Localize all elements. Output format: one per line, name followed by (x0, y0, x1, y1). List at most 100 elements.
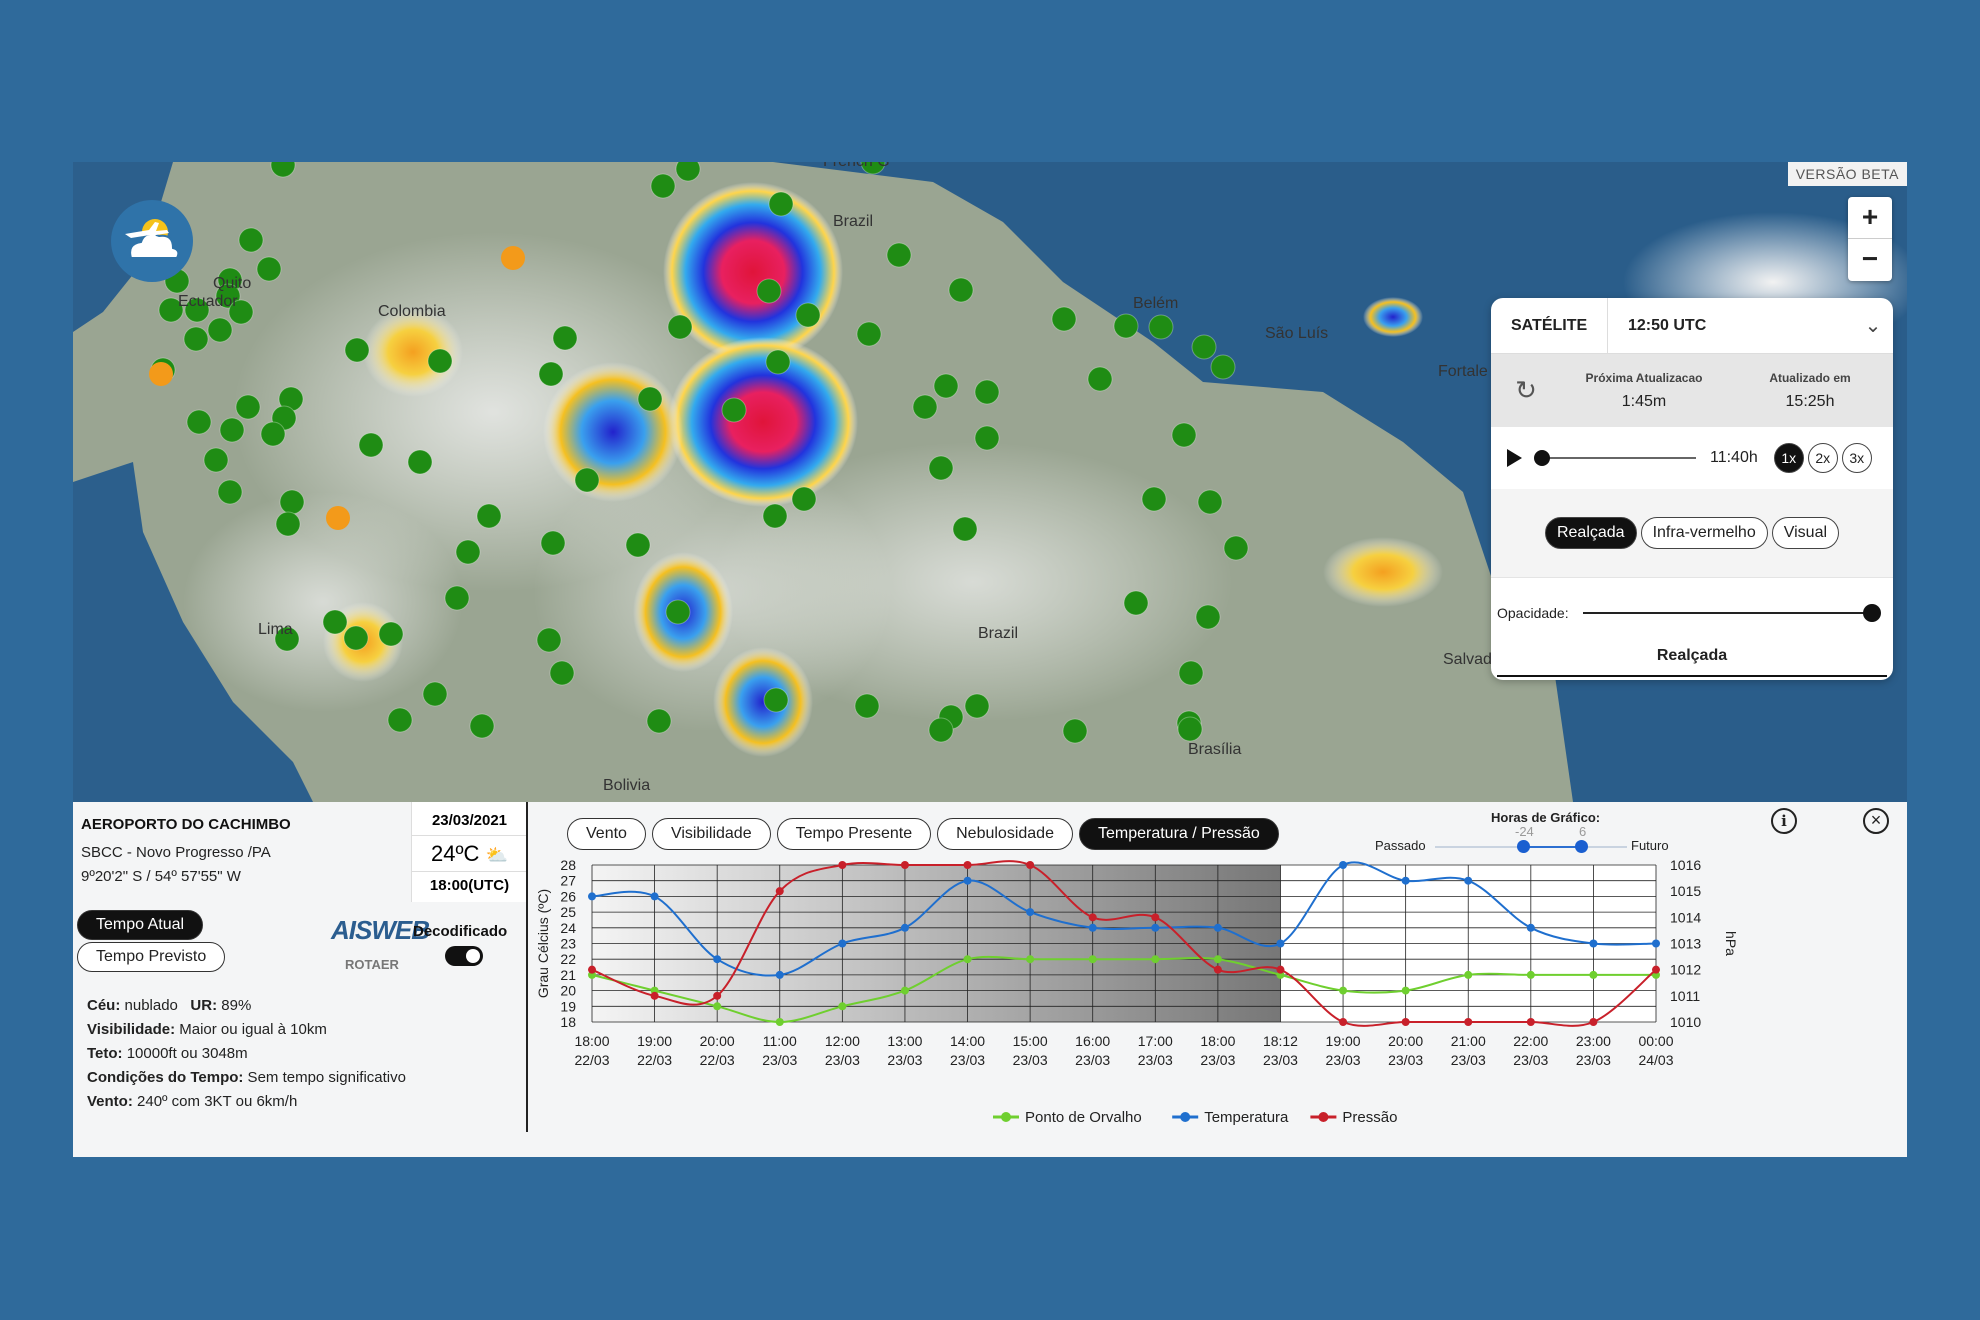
x-tick-label: 23/03 (1576, 1052, 1611, 1068)
x-tick-label: 23/03 (1326, 1052, 1361, 1068)
x-tick-label: 19:00 (1326, 1033, 1361, 1049)
toggle-knob (466, 949, 480, 963)
x-tick-label: 18:00 (574, 1033, 609, 1049)
temperature-pressure-chart: 2827262524232221201918 1016 1015 1014 1013 10… (535, 857, 1739, 1126)
satellite-header[interactable]: SATÉLITE 12:50 UTC ⌄ (1491, 298, 1893, 354)
ceiling-row: Teto: 10000ft ou 3048m (87, 1045, 248, 1062)
x-tick-label: 23/03 (1451, 1052, 1486, 1068)
pressure-point (1213, 965, 1222, 974)
pressure-point (1151, 913, 1160, 922)
dew-point-point (1401, 986, 1410, 995)
tab-tempo-atual[interactable]: Tempo Atual (77, 910, 204, 940)
tab-temperatura-pressao[interactable]: Temperatura / Pressão (1078, 818, 1279, 850)
visibility-row: Visibilidade: Maior ou igual à 10km (87, 1021, 327, 1038)
satellite-panel: SATÉLITE 12:50 UTC ⌄ ↻ Próxima Atualizac… (1491, 298, 1893, 680)
temperature-legend-label: Temperatura (1204, 1109, 1289, 1126)
hours-range-slider[interactable]: Passado -24 6 Futuro (1375, 824, 1687, 854)
mode-visual-button[interactable]: Visual (1771, 517, 1840, 549)
x-tick-label: 15:00 (1013, 1033, 1048, 1049)
y-tick-label: 28 (560, 857, 576, 873)
tab-nebulosidade[interactable]: Nebulosidade (937, 818, 1073, 850)
past-label: Passado (1375, 838, 1426, 853)
opacity-slider[interactable] (1582, 603, 1881, 622)
x-tick-label: 23/03 (1263, 1052, 1298, 1068)
x-tick-label: 17:00 (1138, 1033, 1173, 1049)
temperature-legend-marker (1180, 1112, 1191, 1122)
x-tick-label: 24/03 (1638, 1052, 1673, 1068)
dew-point-point (1026, 955, 1035, 964)
x-tick-label: 23/03 (762, 1052, 797, 1068)
playback-track[interactable] (1534, 450, 1696, 466)
tab-vento[interactable]: Vento (567, 818, 646, 850)
next-update-label: Próxima Atualizacao (1585, 370, 1703, 385)
x-tick-label: 16:00 (1075, 1033, 1110, 1049)
dew-point-point (1151, 955, 1160, 964)
pressure-point (1464, 1018, 1473, 1026)
satellite-map[interactable]: French G Brazil Quito Ecuador Colombia B… (73, 162, 1907, 802)
x-tick-label: 11:00 (763, 1033, 797, 1049)
speed-3x-button[interactable]: 3x (1841, 443, 1872, 473)
play-icon[interactable] (1507, 449, 1522, 467)
x-tick-label: 23:00 (1576, 1033, 1611, 1049)
y2-tick-label: 1013 (1670, 936, 1701, 952)
hours-title: Horas de Gráfico: (1491, 810, 1601, 825)
dew-point-point (963, 955, 972, 964)
pressure-point (963, 861, 972, 869)
updated-value: 15:25h (1785, 392, 1835, 410)
temperature-point (1213, 923, 1222, 932)
y2-tick-label: 1012 (1670, 962, 1701, 978)
mode-realcada-button[interactable]: Realçada (1544, 517, 1637, 549)
close-icon[interactable]: × (1863, 808, 1889, 834)
station-coords: 9º20'2" S / 54º 57'55" W (81, 868, 241, 885)
speed-2x-button[interactable]: 2x (1807, 443, 1838, 473)
x-tick-label: 23/03 (887, 1052, 922, 1068)
observation-date: 23/03/2021 (412, 802, 527, 836)
tab-tempo-presente[interactable]: Tempo Presente (776, 818, 932, 850)
x-tick-label: 23/03 (1138, 1052, 1173, 1068)
svg-text:Lima: Lima (258, 621, 293, 638)
temperature-point (1464, 876, 1473, 885)
app-logo-icon[interactable] (111, 200, 193, 282)
y2-tick-label: 1010 (1670, 1014, 1701, 1030)
svg-text:Ecuador: Ecuador (178, 293, 238, 310)
zoom-in-button[interactable]: + (1848, 197, 1892, 239)
svg-text:French G: French G (823, 162, 890, 170)
info-icon[interactable]: i (1771, 808, 1797, 834)
mode-infrared-button[interactable]: Infra-vermelho (1640, 517, 1768, 549)
y-tick-label: 26 (560, 888, 576, 904)
zoom-out-button[interactable]: − (1848, 239, 1892, 281)
tab-tempo-previsto[interactable]: Tempo Previsto (77, 942, 226, 972)
x-tick-label: 22/03 (700, 1052, 735, 1068)
y2-tick-label: 1016 (1670, 857, 1701, 873)
x-tick-label: 20:00 (700, 1033, 735, 1049)
temperature-point (1339, 861, 1348, 869)
opacity-label: Opacidade: (1497, 604, 1569, 621)
tab-visibilidade[interactable]: Visibilidade (651, 818, 771, 850)
decoded-toggle[interactable] (445, 946, 483, 966)
pressure-legend-marker (1318, 1112, 1329, 1122)
chevron-down-icon[interactable]: ⌄ (1853, 313, 1893, 338)
station-panel: AEROPORTO DO CACHIMBO SBCC - Novo Progre… (73, 802, 1907, 1157)
speed-1x-button[interactable]: 1x (1773, 443, 1804, 473)
x-tick-label: 13:00 (887, 1033, 922, 1049)
pressure-point (1026, 861, 1035, 869)
opacity-knob[interactable] (1862, 603, 1881, 622)
refresh-icon[interactable]: ↻ (1491, 375, 1561, 406)
temperature-point (713, 955, 722, 964)
pressure-legend-label: Pressão (1342, 1109, 1397, 1126)
dew-point-point (775, 1018, 784, 1026)
x-tick-label: 22/03 (637, 1052, 672, 1068)
playback-knob[interactable] (1534, 450, 1550, 466)
station-name: AEROPORTO DO CACHIMBO (81, 816, 291, 833)
x-tick-label: 23/03 (1013, 1052, 1048, 1068)
x-tick-label: 22:00 (1513, 1033, 1548, 1049)
conditions-row: Condições do Tempo: Sem tempo significat… (87, 1069, 406, 1086)
x-tick-label: 23/03 (825, 1052, 860, 1068)
pressure-point (838, 861, 847, 869)
app-window: French G Brazil Quito Ecuador Colombia B… (73, 162, 1907, 1157)
chart-tabs: Vento Visibilidade Tempo Presente Nebulo… (567, 818, 1279, 850)
temperature-point (1276, 939, 1285, 948)
partly-cloudy-icon: ⛅ (485, 845, 508, 865)
dew-point-point (900, 986, 909, 995)
y-tick-label: 27 (560, 873, 576, 889)
